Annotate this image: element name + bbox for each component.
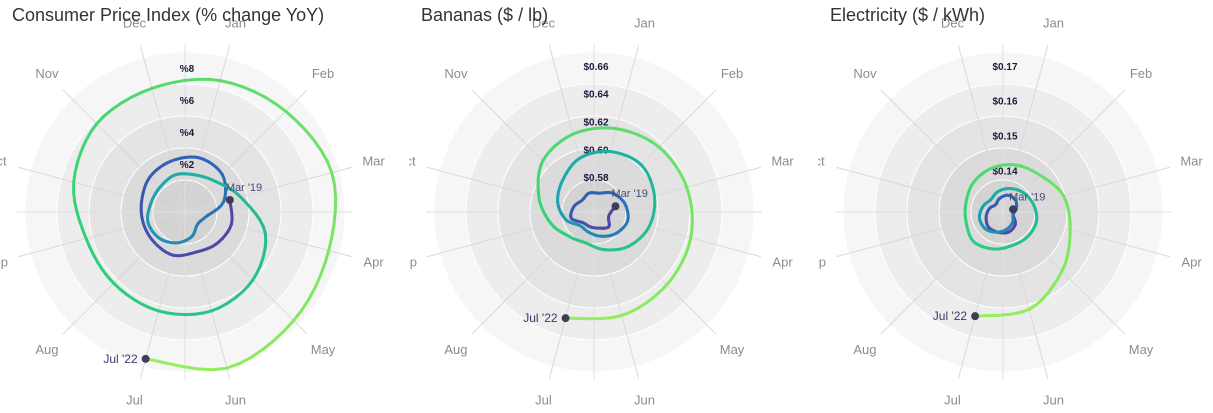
- month-label: Feb: [1130, 66, 1152, 81]
- month-label: Mar: [1180, 153, 1203, 168]
- tick-label: %4: [180, 128, 195, 139]
- month-label: Aug: [35, 342, 58, 357]
- tick-label: $0.16: [992, 97, 1017, 108]
- month-label: Nov: [853, 66, 877, 81]
- month-label: Mar: [771, 153, 794, 168]
- month-label: Apr: [1181, 255, 1202, 270]
- polar-chart-bananas: JanFebMarAprMayJunJulAugSepOctNovDec$0.5…: [409, 15, 794, 408]
- end-point: [971, 312, 980, 321]
- start-point: [611, 202, 620, 211]
- series-segment: [207, 77, 222, 83]
- month-label: Sep: [0, 255, 8, 270]
- series-segment: [172, 78, 187, 84]
- month-label: Jun: [634, 393, 655, 408]
- tick-label: $0.15: [992, 131, 1017, 142]
- tick-label: %2: [180, 160, 195, 171]
- start-point-label: Mar '19: [1009, 191, 1045, 203]
- series-segment: [332, 209, 337, 227]
- month-label: Oct: [409, 153, 416, 168]
- tick-label: $0.58: [583, 173, 608, 184]
- month-label: Aug: [444, 342, 467, 357]
- month-label: Aug: [853, 342, 876, 357]
- start-point-label: Mar '19: [226, 182, 262, 194]
- month-label: Jan: [634, 15, 655, 30]
- tick-label: $0.66: [583, 62, 608, 73]
- chart-grid: JanFebMarAprMayJunJulAugSepOctNovDec%2%4…: [0, 0, 1213, 413]
- tick-label: $0.17: [992, 62, 1017, 73]
- tick-label: $0.64: [583, 90, 608, 101]
- chart-title: Bananas ($ / lb): [421, 5, 549, 25]
- month-label: Jan: [1043, 15, 1064, 30]
- month-label: May: [720, 342, 745, 357]
- chart-panel-cpi: JanFebMarAprMayJunJulAugSepOctNovDec%2%4…: [0, 0, 404, 413]
- month-label: Feb: [721, 66, 743, 81]
- series-segment: [600, 316, 614, 321]
- month-label: Oct: [0, 153, 7, 168]
- month-label: Jul: [126, 393, 143, 408]
- series-segment: [196, 367, 215, 372]
- series-segment: [1009, 310, 1023, 316]
- series-segment: [211, 366, 229, 372]
- chart-title: Consumer Price Index (% change YoY): [12, 5, 325, 25]
- month-label: Nov: [444, 66, 468, 81]
- month-label: May: [311, 342, 336, 357]
- tick-label: %8: [180, 64, 195, 75]
- series-segment: [333, 183, 338, 200]
- month-label: Jul: [535, 393, 552, 408]
- polar-chart-cpi: JanFebMarAprMayJunJulAugSepOctNovDec%2%4…: [0, 15, 385, 408]
- month-label: Feb: [312, 66, 334, 81]
- tick-label: %6: [180, 96, 195, 107]
- start-point: [1009, 205, 1018, 214]
- month-label: Apr: [363, 255, 384, 270]
- chart-panel-bananas: JanFebMarAprMayJunJulAugSepOctNovDec$0.5…: [409, 0, 813, 413]
- month-label: Oct: [818, 153, 825, 168]
- end-point: [561, 314, 570, 323]
- chart-title: Electricity ($ / kWh): [830, 5, 986, 25]
- month-label: May: [1129, 342, 1154, 357]
- start-point-label: Mar '19: [612, 188, 648, 200]
- end-point-label: Jul '22: [103, 352, 138, 366]
- chart-panel-electricity: JanFebMarAprMayJunJulAugSepOctNovDec$0.1…: [818, 0, 1213, 413]
- month-label: Jun: [1043, 393, 1064, 408]
- month-label: Sep: [818, 255, 826, 270]
- series-segment: [998, 312, 1013, 317]
- end-point-label: Jul '22: [523, 311, 558, 325]
- month-label: Sep: [409, 255, 417, 270]
- month-label: Jun: [225, 393, 246, 408]
- month-label: Nov: [35, 66, 59, 81]
- end-point: [141, 354, 150, 363]
- month-label: Jul: [944, 393, 961, 408]
- start-point: [225, 195, 234, 204]
- polar-chart-electricity: JanFebMarAprMayJunJulAugSepOctNovDec$0.1…: [818, 15, 1203, 408]
- month-label: Mar: [362, 153, 385, 168]
- end-point-label: Jul '22: [933, 309, 968, 323]
- series-segment: [183, 77, 199, 82]
- month-label: Apr: [772, 255, 793, 270]
